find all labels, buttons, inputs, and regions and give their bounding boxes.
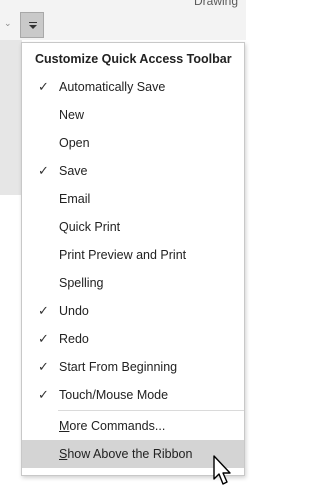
menu-item-email[interactable]: Email [22, 185, 244, 213]
menu-item-more-commands[interactable]: More Commands... [22, 412, 244, 440]
check-icon: ✓ [38, 303, 49, 318]
menu-item-redo[interactable]: ✓ Redo [22, 325, 244, 353]
check-icon: ✓ [38, 331, 49, 346]
customize-qat-menu: Customize Quick Access Toolbar ✓ Automat… [21, 42, 245, 476]
menu-item-show-above-ribbon[interactable]: Show Above the Ribbon [22, 440, 244, 468]
menu-item-undo[interactable]: ✓ Undo [22, 297, 244, 325]
menu-item-label: More Commands... [59, 419, 166, 433]
drawing-tab-label[interactable]: Drawing [194, 0, 238, 8]
menu-item-new[interactable]: New [22, 101, 244, 129]
qat-menu-bar-icon [29, 22, 37, 23]
menu-item-label: Redo [59, 332, 89, 346]
menu-title: Customize Quick Access Toolbar [35, 52, 232, 66]
menu-item-label: Undo [59, 304, 89, 318]
ribbon-top-bar: Drawing ⌄ [0, 0, 246, 40]
menu-item-quick-print[interactable]: Quick Print [22, 213, 244, 241]
menu-item-label: Automatically Save [59, 80, 166, 94]
menu-item-label: Open [59, 136, 90, 150]
menu-item-label: Touch/Mouse Mode [59, 388, 169, 402]
menu-item-print-preview[interactable]: Print Preview and Print [22, 241, 244, 269]
menu-item-label: Start From Beginning [59, 360, 178, 374]
menu-item-label: Print Preview and Print [59, 248, 187, 262]
menu-item-start-from-beginning[interactable]: ✓ Start From Beginning [22, 353, 244, 381]
menu-item-save[interactable]: ✓ Save [22, 157, 244, 185]
menu-item-label: Save [59, 164, 88, 178]
menu-item-spelling[interactable]: Spelling [22, 269, 244, 297]
menu-item-label: Show Above the Ribbon [59, 447, 193, 461]
menu-item-automatically-save[interactable]: ✓ Automatically Save [22, 73, 244, 101]
menu-item-open[interactable]: Open [22, 129, 244, 157]
menu-item-label: Email [59, 192, 91, 206]
dropdown-arrow-icon [29, 25, 37, 29]
menu-separator [58, 410, 244, 411]
check-icon: ✓ [38, 387, 49, 402]
chevron-down-icon[interactable]: ⌄ [4, 18, 12, 29]
check-icon: ✓ [38, 359, 49, 374]
background-panel [0, 40, 22, 195]
check-icon: ✓ [38, 79, 49, 94]
menu-item-label: Spelling [59, 276, 104, 290]
menu-item-label: Quick Print [59, 220, 121, 234]
check-icon: ✓ [38, 163, 49, 178]
customize-qat-button[interactable] [20, 12, 44, 38]
menu-item-label: New [59, 108, 85, 122]
menu-item-touch-mouse-mode[interactable]: ✓ Touch/Mouse Mode [22, 381, 244, 409]
mouse-cursor-icon [213, 455, 231, 485]
